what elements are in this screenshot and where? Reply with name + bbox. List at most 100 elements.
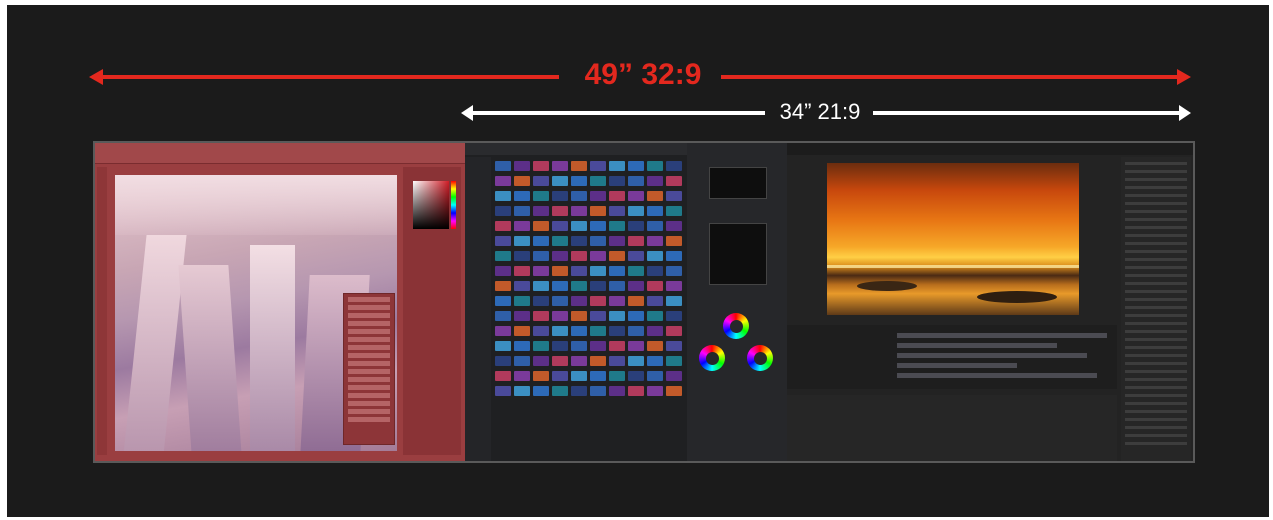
clip-thumbnail[interactable] bbox=[495, 341, 511, 351]
clip-thumbnail[interactable] bbox=[666, 206, 682, 216]
clip-thumbnail[interactable] bbox=[571, 176, 587, 186]
clip-thumbnail[interactable] bbox=[514, 341, 530, 351]
clip-thumbnail[interactable] bbox=[609, 161, 625, 171]
clip-thumbnail[interactable] bbox=[628, 161, 644, 171]
clip-thumbnail[interactable] bbox=[571, 281, 587, 291]
clip-thumbnail[interactable] bbox=[571, 236, 587, 246]
clip-thumbnail[interactable] bbox=[666, 356, 682, 366]
clip-thumbnail[interactable] bbox=[590, 236, 606, 246]
clip-thumbnail[interactable] bbox=[647, 191, 663, 201]
clip-thumbnail[interactable] bbox=[514, 221, 530, 231]
clip-thumbnail[interactable] bbox=[571, 191, 587, 201]
clip-thumbnail[interactable] bbox=[666, 251, 682, 261]
clip-thumbnail[interactable] bbox=[495, 251, 511, 261]
clip-thumbnail[interactable] bbox=[533, 221, 549, 231]
clip-thumbnail[interactable] bbox=[571, 251, 587, 261]
clip-thumbnail[interactable] bbox=[533, 176, 549, 186]
clip-thumbnail[interactable] bbox=[514, 206, 530, 216]
clip-thumbnail[interactable] bbox=[609, 266, 625, 276]
clip-thumbnail[interactable] bbox=[609, 311, 625, 321]
clip-thumbnail[interactable] bbox=[552, 371, 568, 381]
clip-thumbnail[interactable] bbox=[590, 206, 606, 216]
clip-thumbnail[interactable] bbox=[628, 206, 644, 216]
clip-thumbnail[interactable] bbox=[571, 386, 587, 396]
clip-thumbnail[interactable] bbox=[495, 371, 511, 381]
clip-thumbnail[interactable] bbox=[552, 221, 568, 231]
clip-thumbnail[interactable] bbox=[590, 311, 606, 321]
clip-thumbnail[interactable] bbox=[590, 296, 606, 306]
clip-thumbnail[interactable] bbox=[628, 386, 644, 396]
clip-thumbnail[interactable] bbox=[590, 386, 606, 396]
clip-thumbnail[interactable] bbox=[495, 266, 511, 276]
clip-thumbnail[interactable] bbox=[514, 296, 530, 306]
clip-thumbnail[interactable] bbox=[609, 176, 625, 186]
clip-thumbnail[interactable] bbox=[552, 251, 568, 261]
clip-thumbnail[interactable] bbox=[495, 236, 511, 246]
clip-thumbnail[interactable] bbox=[552, 176, 568, 186]
clip-thumbnail[interactable] bbox=[647, 326, 663, 336]
clip-thumbnail[interactable] bbox=[590, 266, 606, 276]
clip-thumbnail[interactable] bbox=[666, 266, 682, 276]
clip-thumbnail[interactable] bbox=[514, 281, 530, 291]
clip-thumbnail[interactable] bbox=[495, 356, 511, 366]
clip-thumbnail[interactable] bbox=[609, 206, 625, 216]
clip-thumbnail[interactable] bbox=[647, 251, 663, 261]
clip-thumbnail[interactable] bbox=[647, 266, 663, 276]
clip-thumbnail[interactable] bbox=[552, 311, 568, 321]
clip-thumbnail[interactable] bbox=[609, 341, 625, 351]
clip-thumbnail[interactable] bbox=[609, 221, 625, 231]
clip-thumbnail[interactable] bbox=[514, 191, 530, 201]
clip-thumbnail[interactable] bbox=[666, 386, 682, 396]
clip-thumbnail[interactable] bbox=[590, 341, 606, 351]
clip-thumbnail[interactable] bbox=[552, 386, 568, 396]
clip-thumbnail[interactable] bbox=[628, 266, 644, 276]
clip-thumbnail[interactable] bbox=[533, 311, 549, 321]
clip-thumbnail[interactable] bbox=[495, 221, 511, 231]
clip-thumbnail[interactable] bbox=[647, 296, 663, 306]
clip-thumbnail[interactable] bbox=[666, 236, 682, 246]
clip-thumbnail[interactable] bbox=[647, 281, 663, 291]
clip-thumbnail[interactable] bbox=[590, 356, 606, 366]
clip-thumbnail[interactable] bbox=[628, 371, 644, 381]
clip-thumbnail[interactable] bbox=[533, 281, 549, 291]
clip-thumbnail[interactable] bbox=[647, 221, 663, 231]
clip-thumbnail[interactable] bbox=[514, 176, 530, 186]
clip-thumbnail[interactable] bbox=[552, 191, 568, 201]
clip-thumbnail[interactable] bbox=[552, 206, 568, 216]
clip-thumbnail[interactable] bbox=[533, 206, 549, 216]
clip-thumbnail[interactable] bbox=[533, 371, 549, 381]
clip-thumbnail[interactable] bbox=[666, 296, 682, 306]
clip-thumbnail[interactable] bbox=[571, 221, 587, 231]
clip-thumbnail[interactable] bbox=[666, 191, 682, 201]
clip-thumbnail[interactable] bbox=[647, 341, 663, 351]
clip-thumbnail[interactable] bbox=[514, 326, 530, 336]
clip-thumbnail[interactable] bbox=[552, 296, 568, 306]
clip-thumbnail[interactable] bbox=[533, 386, 549, 396]
clip-thumbnail[interactable] bbox=[571, 311, 587, 321]
clip-thumbnail[interactable] bbox=[647, 386, 663, 396]
clip-thumbnail[interactable] bbox=[514, 161, 530, 171]
clip-thumbnail[interactable] bbox=[666, 221, 682, 231]
clip-thumbnail[interactable] bbox=[533, 356, 549, 366]
clip-thumbnail[interactable] bbox=[628, 341, 644, 351]
clip-thumbnail[interactable] bbox=[628, 191, 644, 201]
clip-thumbnail[interactable] bbox=[514, 371, 530, 381]
clip-thumbnail[interactable] bbox=[666, 176, 682, 186]
clip-thumbnail[interactable] bbox=[552, 266, 568, 276]
clip-thumbnail[interactable] bbox=[552, 326, 568, 336]
clip-thumbnail[interactable] bbox=[628, 296, 644, 306]
clip-thumbnail[interactable] bbox=[495, 161, 511, 171]
clip-thumbnail[interactable] bbox=[666, 281, 682, 291]
clip-thumbnail[interactable] bbox=[590, 251, 606, 261]
clip-thumbnail[interactable] bbox=[495, 326, 511, 336]
clip-thumbnail[interactable] bbox=[628, 356, 644, 366]
clip-thumbnail[interactable] bbox=[571, 326, 587, 336]
clip-thumbnail[interactable] bbox=[666, 371, 682, 381]
clip-thumbnail[interactable] bbox=[590, 161, 606, 171]
clip-thumbnail[interactable] bbox=[590, 326, 606, 336]
clip-thumbnail[interactable] bbox=[495, 296, 511, 306]
clip-thumbnail[interactable] bbox=[495, 386, 511, 396]
clip-thumbnail[interactable] bbox=[590, 371, 606, 381]
clip-thumbnail[interactable] bbox=[590, 221, 606, 231]
clip-thumbnail[interactable] bbox=[609, 191, 625, 201]
